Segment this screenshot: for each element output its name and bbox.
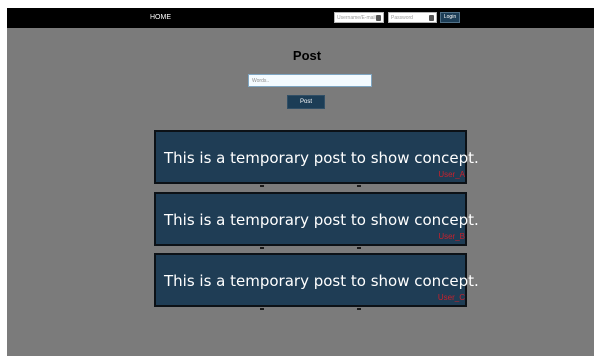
post-username[interactable]: User_A [438, 170, 465, 179]
autofill-key-icon[interactable] [376, 15, 381, 21]
home-link[interactable]: HOME [150, 13, 171, 23]
post-submit-button[interactable]: Post [287, 95, 325, 109]
top-navbar: HOME Login [7, 8, 594, 28]
login-button[interactable]: Login [440, 12, 460, 23]
post-username[interactable]: User_C [438, 293, 465, 302]
page-frame: HOME Login Post Post This is a temporary… [7, 8, 594, 356]
post-card[interactable]: This is a temporary post to show concept… [154, 253, 479, 307]
post-words-input[interactable] [248, 74, 372, 87]
post-text: This is a temporary post to show concept… [164, 211, 479, 229]
card-divider-mark [260, 185, 264, 187]
post-card[interactable]: This is a temporary post to show concept… [154, 192, 479, 246]
password-field[interactable] [388, 12, 437, 23]
card-divider-mark [260, 308, 264, 310]
card-divider-mark [357, 247, 361, 249]
card-divider-mark [260, 247, 264, 249]
post-text: This is a temporary post to show concept… [164, 149, 479, 167]
page-title: Post [292, 48, 322, 63]
card-divider-mark [357, 185, 361, 187]
post-text: This is a temporary post to show concept… [164, 272, 479, 290]
post-username[interactable]: User_B [438, 232, 465, 241]
username-field[interactable] [334, 12, 384, 23]
card-divider-mark [357, 308, 361, 310]
autofill-key-icon[interactable] [429, 15, 434, 21]
post-card[interactable]: This is a temporary post to show concept… [154, 130, 479, 184]
